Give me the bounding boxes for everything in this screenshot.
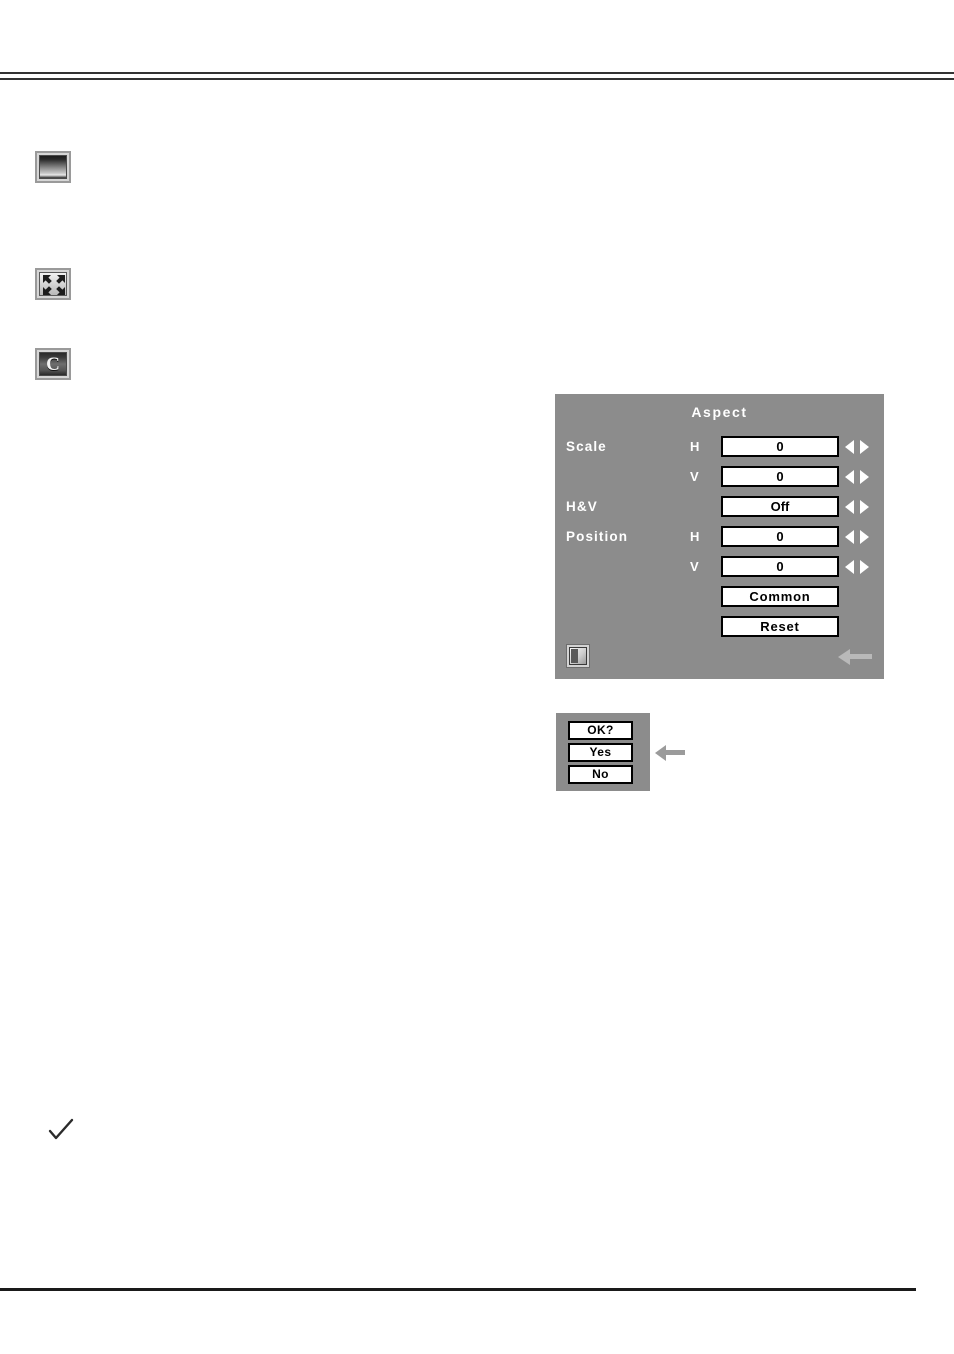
hv-spinner[interactable] (845, 499, 869, 515)
common-button[interactable]: Common (721, 586, 839, 607)
reset-button[interactable]: Reset (721, 616, 839, 637)
confirm-no-button[interactable]: No (568, 765, 633, 784)
aspect-row-reset: Reset (555, 616, 884, 638)
scale-h-spinner[interactable] (845, 439, 869, 455)
page-footer-rule (0, 1288, 916, 1291)
back-arrow-icon (838, 649, 872, 665)
position-v-field[interactable]: 0 (721, 556, 839, 577)
scale-h-field[interactable]: 0 (721, 436, 839, 457)
confirm-dialog: OK? Yes No (556, 713, 650, 791)
aspect-row-label: Position (566, 529, 629, 544)
right-arrow-icon[interactable] (860, 500, 869, 514)
digital-zoom-arrows-svg (43, 275, 65, 295)
digital-zoom-icon-arrows (39, 272, 67, 296)
aspect-row-position-v: V 0 (555, 556, 884, 578)
aspect-row-label: H&V (566, 499, 598, 514)
left-arrow-icon[interactable] (845, 560, 854, 574)
exit-door-glyph (569, 647, 587, 665)
pointer-arrow-shaft (664, 750, 685, 755)
scale-v-field[interactable]: 0 (721, 466, 839, 487)
aspect-row-hv: H&V Off (555, 496, 884, 518)
screen-icon-display (39, 155, 67, 179)
aspect-row-position-h: Position H 0 (555, 526, 884, 548)
aspect-row-scale-v: V 0 (555, 466, 884, 488)
aspect-row-sublabel: V (690, 469, 699, 484)
digital-zoom-icon (35, 268, 71, 300)
confirm-yes-button[interactable]: Yes (568, 743, 633, 762)
screen-icon (35, 151, 71, 183)
custom-icon-letter: C (46, 353, 60, 375)
left-arrow-icon[interactable] (845, 440, 854, 454)
right-arrow-icon[interactable] (860, 440, 869, 454)
position-h-field[interactable]: 0 (721, 526, 839, 547)
hv-field[interactable]: Off (721, 496, 839, 517)
right-arrow-icon[interactable] (860, 530, 869, 544)
aspect-row-sublabel: V (690, 559, 699, 574)
custom-icon: C (35, 348, 71, 380)
scale-v-spinner[interactable] (845, 469, 869, 485)
left-arrow-icon[interactable] (845, 500, 854, 514)
custom-icon-display: C (39, 352, 67, 376)
exit-door-icon[interactable] (566, 644, 590, 668)
left-arrow-icon[interactable] (845, 530, 854, 544)
aspect-row-common: Common (555, 586, 884, 608)
position-v-spinner[interactable] (845, 559, 869, 575)
right-arrow-icon[interactable] (860, 470, 869, 484)
confirm-prompt: OK? (568, 721, 633, 740)
page-header-rule-lower (0, 78, 954, 80)
aspect-row-label: Scale (566, 439, 607, 454)
checkmark-svg (48, 1118, 74, 1140)
page-header-rule-upper (0, 72, 954, 74)
checkmark-icon (48, 1117, 74, 1143)
left-arrow-icon[interactable] (845, 470, 854, 484)
aspect-dialog-title: Aspect (691, 404, 748, 420)
aspect-row-sublabel: H (690, 439, 700, 454)
back-arrow-shaft (848, 654, 872, 659)
aspect-row-scale-h: Scale H 0 (555, 436, 884, 458)
aspect-row-sublabel: H (690, 529, 700, 544)
position-h-spinner[interactable] (845, 529, 869, 545)
aspect-dialog: Aspect Scale H 0 V 0 H&V Off Position H … (555, 394, 884, 679)
right-arrow-icon[interactable] (860, 560, 869, 574)
left-arrow-pointer-icon (655, 745, 685, 761)
